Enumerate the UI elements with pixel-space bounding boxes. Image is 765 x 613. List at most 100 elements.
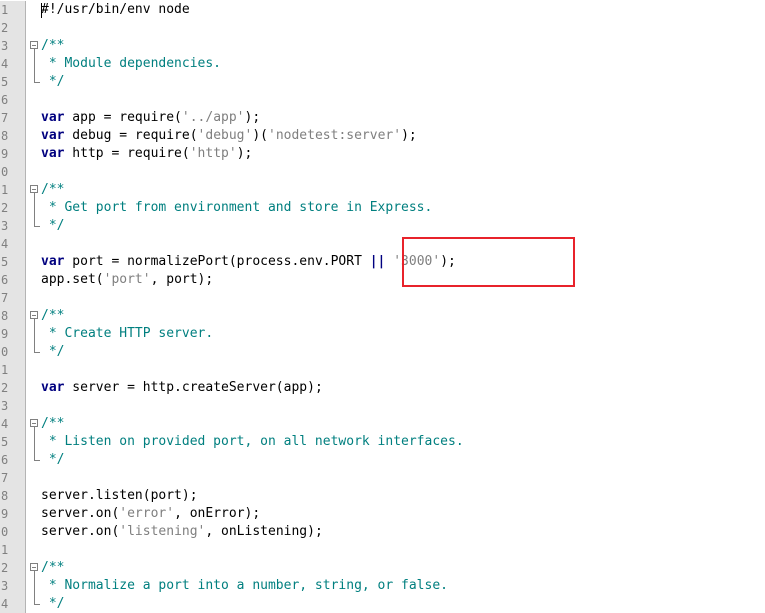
fold-margin <box>27 361 41 379</box>
code-token: * Module dependencies. <box>41 56 222 71</box>
code-line[interactable]: 7 var app = require('../app'); <box>0 109 765 127</box>
code-line[interactable]: 4 <box>0 235 765 253</box>
line-number: 0 <box>0 163 26 181</box>
code-text[interactable]: /** <box>41 415 64 433</box>
code-line[interactable]: 9 server.on('error', onError); <box>0 505 765 523</box>
code-editor[interactable]: 1 #!/usr/bin/env node 2 3/** 4 * Module depe… <box>0 0 765 613</box>
line-number: 8 <box>0 307 26 325</box>
code-line[interactable]: 6 app.set('port', port); <box>0 271 765 289</box>
line-number: 9 <box>0 505 26 523</box>
fold-end-marker <box>34 604 40 605</box>
code-text[interactable]: var http = require('http'); <box>41 145 252 163</box>
code-line[interactable]: 6 */ <box>0 451 765 469</box>
code-line[interactable]: 0 server.on('listening', onListening); <box>0 523 765 541</box>
code-token: 'listening' <box>119 524 206 539</box>
code-line[interactable]: 2 /** <box>0 559 765 577</box>
code-line[interactable]: 5 */ <box>0 73 765 91</box>
code-line[interactable]: 4 * Module dependencies. <box>0 55 765 73</box>
code-line[interactable]: 3 /** <box>0 37 765 55</box>
code-line[interactable]: 7 <box>0 469 765 487</box>
code-line[interactable]: 0 */ <box>0 343 765 361</box>
code-line[interactable]: 8 /** <box>0 307 765 325</box>
code-text[interactable]: server.listen(port); <box>41 487 198 505</box>
line-number: 4 <box>0 55 26 73</box>
fold-margin <box>27 145 41 163</box>
code-line[interactable]: 9 * Create HTTP server. <box>0 325 765 343</box>
code-text[interactable]: /** <box>41 181 64 199</box>
code-token: '../app' <box>181 110 245 125</box>
code-text[interactable]: /** <box>41 559 64 577</box>
code-line[interactable]: 3 <box>0 397 765 415</box>
fold-margin <box>27 397 41 415</box>
code-line[interactable]: 2 <box>0 19 765 37</box>
code-text[interactable]: * Listen on provided port, on all networ… <box>41 433 464 451</box>
code-line[interactable]: 8 var debug = require('debug')('nodetest:… <box>0 127 765 145</box>
code-text[interactable]: #!/usr/bin/env node <box>41 1 190 19</box>
code-token: || <box>369 254 386 269</box>
line-number: 2 <box>0 559 26 577</box>
code-token: /** <box>41 182 65 197</box>
code-text[interactable]: server.on('listening', onListening); <box>41 523 323 541</box>
fold-margin <box>27 505 41 523</box>
text-cursor <box>41 3 42 18</box>
code-text[interactable]: */ <box>41 73 65 91</box>
code-text[interactable]: */ <box>41 343 65 361</box>
code-text[interactable]: */ <box>41 595 65 613</box>
code-text[interactable]: var debug = require('debug')('nodetest:s… <box>41 127 417 145</box>
code-token: /** <box>41 416 65 431</box>
code-text[interactable]: /** <box>41 37 64 55</box>
fold-margin <box>27 469 41 487</box>
code-text[interactable]: * Normalize a port into a number, string… <box>41 577 448 595</box>
fold-collapse-icon[interactable] <box>30 563 38 571</box>
line-number: 1 <box>0 181 26 199</box>
code-line[interactable]: 7 <box>0 289 765 307</box>
code-line[interactable]: 4 */ <box>0 595 765 613</box>
code-text[interactable]: var server = http.createServer(app); <box>41 379 323 397</box>
code-token: var <box>41 146 65 161</box>
code-token: , port); <box>150 272 214 287</box>
line-number: 3 <box>0 37 26 55</box>
code-token: #!/usr/bin/env node <box>41 2 190 17</box>
code-token: * Listen on provided port, on all networ… <box>41 434 464 449</box>
line-number: 7 <box>0 109 26 127</box>
code-line[interactable]: 4 /** <box>0 415 765 433</box>
line-number: 3 <box>0 217 26 235</box>
code-text[interactable]: */ <box>41 451 65 469</box>
code-line[interactable]: 3 * Normalize a port into a number, stri… <box>0 577 765 595</box>
fold-collapse-icon[interactable] <box>30 185 38 193</box>
fold-collapse-icon[interactable] <box>30 41 38 49</box>
code-line[interactable]: 0 <box>0 163 765 181</box>
code-line[interactable]: 1 /** <box>0 181 765 199</box>
code-text[interactable]: * Create HTTP server. <box>41 325 213 343</box>
code-text[interactable]: app.set('port', port); <box>41 271 213 289</box>
code-line[interactable]: 9 var http = require('http'); <box>0 145 765 163</box>
line-number: 6 <box>0 91 26 109</box>
code-text[interactable]: */ <box>41 217 65 235</box>
code-line[interactable]: 1 #!/usr/bin/env node <box>0 1 765 19</box>
fold-collapse-icon[interactable] <box>30 419 38 427</box>
code-line[interactable]: 2 var server = http.createServer(app); <box>0 379 765 397</box>
fold-margin <box>27 541 41 559</box>
code-text[interactable]: * Module dependencies. <box>41 55 221 73</box>
line-number: 1 <box>0 541 26 559</box>
code-token: '3000' <box>393 254 441 269</box>
code-line[interactable]: 2 * Get port from environment and store … <box>0 199 765 217</box>
code-line[interactable]: 5 * Listen on provided port, on all netw… <box>0 433 765 451</box>
code-line[interactable]: 1 <box>0 541 765 559</box>
fold-collapse-icon[interactable] <box>30 311 38 319</box>
line-number: 3 <box>0 397 26 415</box>
code-text[interactable]: var app = require('../app'); <box>41 109 260 127</box>
fold-end-marker <box>34 460 40 461</box>
line-number: 3 <box>0 577 26 595</box>
code-line[interactable]: 3 */ <box>0 217 765 235</box>
code-text[interactable]: server.on('error', onError); <box>41 505 260 523</box>
code-text[interactable]: var port = normalizePort(process.env.POR… <box>41 253 456 271</box>
code-line[interactable]: 5 var port = normalizePort(process.env.PO… <box>0 253 765 271</box>
code-line[interactable]: 1 <box>0 361 765 379</box>
code-line[interactable]: 6 <box>0 91 765 109</box>
code-text[interactable]: * Get port from environment and store in… <box>41 199 433 217</box>
line-number: 4 <box>0 235 26 253</box>
fold-margin <box>27 523 41 541</box>
code-line[interactable]: 8 server.listen(port); <box>0 487 765 505</box>
code-text[interactable]: /** <box>41 307 64 325</box>
